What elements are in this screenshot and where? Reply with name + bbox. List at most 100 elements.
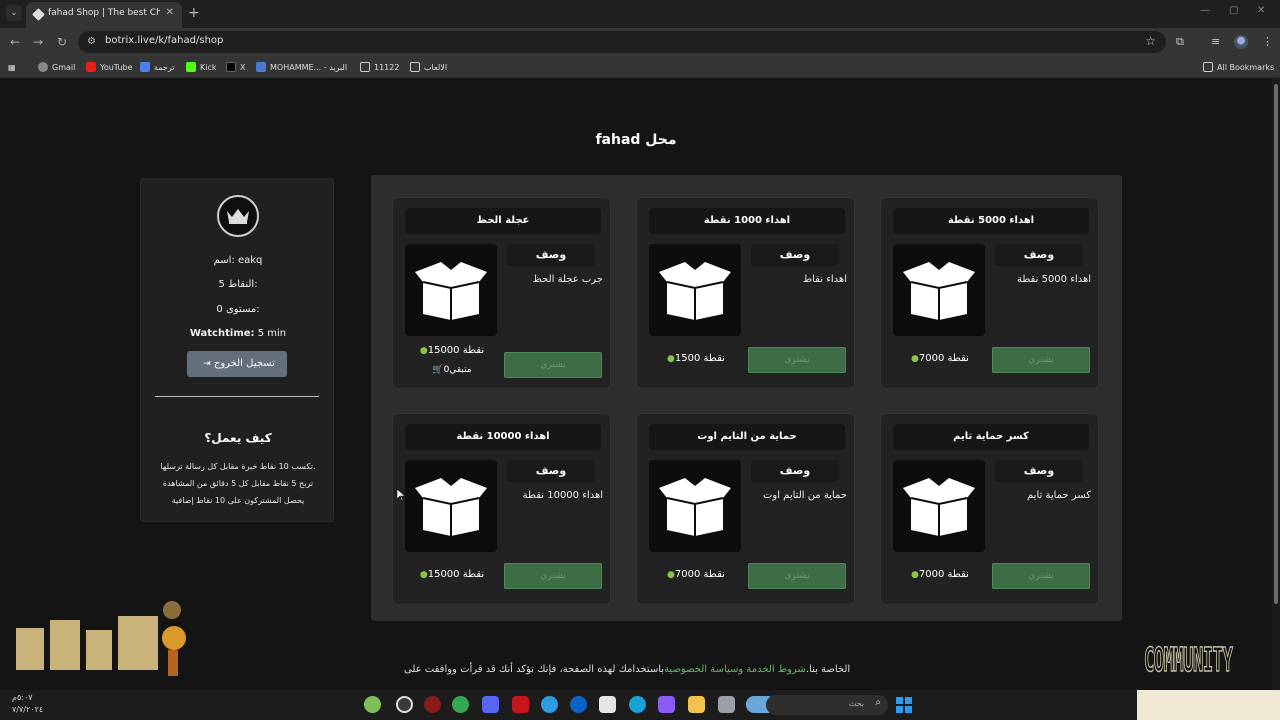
product-image <box>893 460 985 552</box>
bookmark-youtube[interactable]: YouTube <box>86 61 133 73</box>
shop-title: fahad محل <box>595 132 677 148</box>
product-card: اهداء 5000 نقطة وصف اهداء 5000 نقطة ●700… <box>880 197 1099 389</box>
bookmark-translate[interactable]: ترجمة <box>140 61 175 73</box>
product-price: ●15000 نقطة <box>419 569 485 580</box>
reading-list-icon[interactable]: ≡ <box>1211 35 1220 48</box>
chrome-icon[interactable] <box>452 696 469 713</box>
taskbar-app-icon[interactable] <box>424 696 441 713</box>
product-image <box>649 244 741 336</box>
bookmark-folder-11122[interactable]: 11122 <box>360 61 399 73</box>
product-title: كسر حماية تايم <box>893 424 1089 450</box>
product-card: كسر حماية تايم وصف كسر حماية تايم ●7000 … <box>880 413 1099 605</box>
product-price: ●1500 نقطة <box>667 353 725 364</box>
back-icon[interactable]: ← <box>10 35 20 49</box>
product-image <box>405 460 497 552</box>
new-tab-icon[interactable]: + <box>188 5 200 21</box>
bookmark-kick[interactable]: Kick <box>186 61 217 73</box>
box-icon <box>659 262 731 320</box>
settings-icon[interactable] <box>396 696 413 713</box>
how-it-works-title: كيف يعمل؟ <box>204 431 272 445</box>
profile-avatar[interactable] <box>1234 35 1248 49</box>
buy-button[interactable]: يشتري <box>992 563 1090 589</box>
mail-icon <box>256 62 266 72</box>
scrollbar-thumb[interactable] <box>1274 84 1278 604</box>
bookmark-mail[interactable]: MOHAMME... - البريد <box>256 61 347 73</box>
tab-search-icon[interactable]: ⌄ <box>6 5 22 21</box>
youtube-icon <box>86 62 96 72</box>
mouse-cursor-icon <box>397 489 405 501</box>
user-watchtime: Watchtime: 5 min <box>141 328 335 339</box>
product-price: ●15000 نقطة <box>419 345 485 356</box>
terms-link[interactable]: شروط الخدمة وسياسة الخصوصية <box>664 664 806 675</box>
description-label: وصف <box>995 244 1083 266</box>
product-description: جرب عجلة الحظ <box>532 274 603 285</box>
product-image <box>649 460 741 552</box>
bookmark-x[interactable]: X <box>226 61 245 73</box>
product-title: عجلة الحظ <box>405 208 601 234</box>
divider <box>155 396 319 397</box>
tab-strip: ⌄ fahad Shop | The best ChatBot ✕ + — ▢ … <box>0 0 1280 28</box>
bookmark-star-icon[interactable]: ☆ <box>1145 34 1156 48</box>
buy-button[interactable]: يشتري <box>748 563 846 589</box>
browser-tab[interactable]: fahad Shop | The best ChatBot ✕ <box>26 2 182 28</box>
hp-icon[interactable] <box>570 696 587 713</box>
buy-button[interactable]: يشتري <box>504 563 602 589</box>
forward-icon[interactable]: → <box>33 35 43 49</box>
kick-icon <box>186 62 196 72</box>
product-card: عجلة الحظ وصف جرب عجلة الحظ ●15000 نقطة … <box>392 197 611 389</box>
buy-button[interactable]: يشتري <box>992 347 1090 373</box>
url-text[interactable]: botrix.live/k/fahad/shop <box>105 35 223 46</box>
apps-grid-icon[interactable]: ▦ <box>8 61 16 73</box>
help-icon[interactable] <box>541 696 558 713</box>
bookmark-folder-games[interactable]: الالعاب <box>410 61 447 73</box>
browser-menu-icon[interactable]: ⋮ <box>1262 35 1273 48</box>
buy-button[interactable]: يشتري <box>504 352 602 378</box>
coins-icon: ● <box>419 570 428 580</box>
file-explorer-icon[interactable] <box>688 696 705 713</box>
box-icon <box>659 478 731 536</box>
terms-notice: الخاصة بنا.شروط الخدمة وسياسة الخصوصيةبا… <box>404 664 851 675</box>
user-level: 0 مستوى: <box>216 304 260 315</box>
buy-button[interactable]: يشتري <box>748 347 846 373</box>
edge-icon[interactable] <box>629 696 646 713</box>
box-icon <box>903 262 975 320</box>
product-image <box>405 244 497 336</box>
how-line: يحصل المشتركون على 10 نقاط إضافية <box>171 496 305 505</box>
product-title: اهداء 5000 نقطة <box>893 208 1089 234</box>
taskbar-app-icon[interactable] <box>364 696 381 713</box>
coins-icon: ● <box>667 570 675 580</box>
bookmarks-bar: ▦ Gmail YouTube ترجمة Kick X MOHAMME... … <box>0 56 1280 78</box>
product-description: كسر حماية تايم <box>1027 490 1091 501</box>
minimize-icon[interactable]: — <box>1200 5 1210 16</box>
product-card: حماية من التايم اوت وصف حماية من التايم … <box>636 413 855 605</box>
tab-close-icon[interactable]: ✕ <box>166 7 174 18</box>
product-title: حماية من التايم اوت <box>649 424 845 450</box>
taskbar-clock[interactable]: ٥:٠٧م ٧/٧/٢٠٢٤ <box>12 692 43 716</box>
all-bookmarks[interactable]: All Bookmarks <box>1203 61 1274 73</box>
site-info-icon[interactable]: ⚙ <box>87 36 96 47</box>
task-view-icon[interactable] <box>718 696 735 713</box>
store-icon[interactable] <box>599 696 616 713</box>
page-scrollbar[interactable] <box>1272 78 1280 690</box>
copilot-icon[interactable] <box>658 696 675 713</box>
logout-button[interactable]: ⇥ تسجيل الخروج <box>187 351 287 377</box>
product-price: ●7000 نقطة <box>911 569 969 580</box>
extensions-icon[interactable]: ⧉ <box>1176 35 1184 49</box>
address-bar[interactable]: ⚙ botrix.live/k/fahad/shop ☆ <box>78 31 1166 53</box>
product-price: ●7000 نقطة <box>667 569 725 580</box>
folder-icon <box>410 62 420 72</box>
bookmark-gmail[interactable]: Gmail <box>38 61 75 73</box>
windows-start-icon[interactable] <box>896 697 912 713</box>
user-panel: اسم: eakq 5 النقاط: 0 مستوى: Watchtime: … <box>140 178 334 522</box>
site-favicon-icon <box>32 8 45 21</box>
maximize-icon[interactable]: ▢ <box>1229 5 1238 16</box>
reload-icon[interactable]: ↻ <box>57 35 67 49</box>
mcafee-icon[interactable] <box>512 696 529 713</box>
taskbar-search[interactable]: بحث ⌕ <box>766 695 888 715</box>
close-window-icon[interactable]: ✕ <box>1257 5 1265 16</box>
folder-icon <box>1203 62 1213 72</box>
overlay-strip <box>1137 690 1280 720</box>
product-description: حماية من التايم اوت <box>762 490 847 501</box>
coins-icon: ● <box>911 570 919 580</box>
discord-icon[interactable] <box>482 696 499 713</box>
